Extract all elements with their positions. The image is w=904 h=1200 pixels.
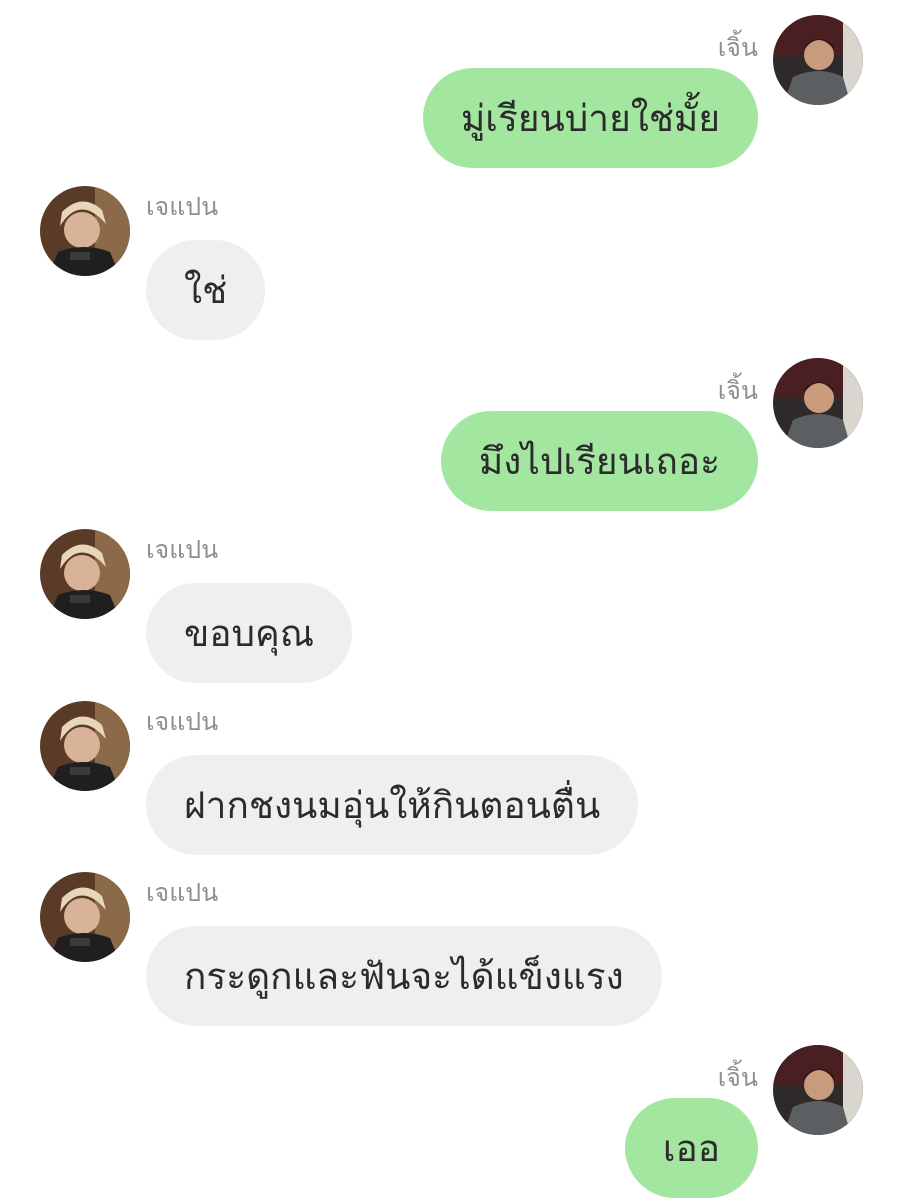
sender-name: เจแปน	[146, 535, 219, 564]
sender-name: เจิ้น	[717, 1063, 758, 1092]
avatar-photo-icon	[40, 872, 130, 962]
sender-avatar[interactable]	[773, 358, 863, 448]
message-bubble[interactable]: มู่เรียนบ่ายใช่มั้ย	[422, 68, 758, 168]
chat-log: เจิ้น มู่เรียนบ่ายใช่มั้ย เจแปน ใช่ เจิ้…	[0, 0, 904, 1200]
sender-avatar[interactable]	[773, 15, 863, 105]
message-bubble[interactable]: เออ	[624, 1098, 758, 1198]
sender-avatar[interactable]	[40, 701, 130, 791]
avatar-photo-icon	[773, 15, 863, 105]
message-bubble[interactable]: ใช่	[146, 240, 266, 340]
message-bubble[interactable]: ขอบคุณ	[146, 583, 353, 683]
avatar-photo-icon	[773, 1045, 863, 1135]
sender-avatar[interactable]	[40, 872, 130, 962]
message-bubble[interactable]: กระดูกและฟันจะได้แข็งแรง	[146, 926, 662, 1026]
sender-name: เจแปน	[146, 192, 219, 221]
avatar-photo-icon	[40, 186, 130, 276]
sender-name: เจแปน	[146, 878, 219, 907]
sender-avatar[interactable]	[40, 186, 130, 276]
avatar-photo-icon	[40, 701, 130, 791]
avatar-photo-icon	[40, 529, 130, 619]
message-bubble[interactable]: ฝากชงนมอุ่นให้กินตอนตื่น	[146, 755, 639, 855]
avatar-photo-icon	[773, 358, 863, 448]
sender-name: เจิ้น	[717, 376, 758, 405]
message-bubble[interactable]: มึงไปเรียนเถอะ	[440, 411, 758, 511]
sender-name: เจิ้น	[717, 33, 758, 62]
sender-avatar[interactable]	[773, 1045, 863, 1135]
sender-name: เจแปน	[146, 707, 219, 736]
sender-avatar[interactable]	[40, 529, 130, 619]
